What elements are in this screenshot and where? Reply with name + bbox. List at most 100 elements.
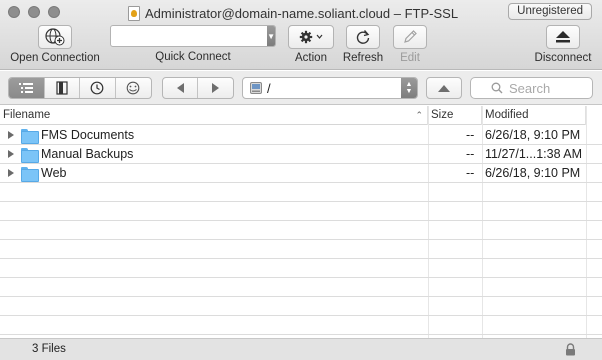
- open-connection-label: Open Connection: [10, 52, 100, 64]
- table-header: Filename ⌃ Size Modified: [0, 106, 602, 125]
- file-modified: 11/27/1...1:38 AM: [485, 147, 583, 161]
- parent-directory-button[interactable]: [426, 77, 462, 99]
- search-field[interactable]: Search: [470, 77, 593, 99]
- chevron-up-icon: ▲: [405, 81, 413, 88]
- file-count: 3 Files: [32, 343, 66, 355]
- window-title: Administrator@domain-name.soliant.cloud …: [128, 4, 458, 22]
- unregistered-button[interactable]: Unregistered: [508, 3, 592, 20]
- folder-icon: [21, 167, 39, 182]
- open-connection-button[interactable]: [38, 25, 72, 49]
- empty-row: [0, 297, 602, 316]
- file-size: --: [466, 166, 475, 180]
- search-placeholder: Search: [509, 80, 551, 96]
- triangle-left-icon: [176, 83, 184, 93]
- sort-ascending-icon: ⌃: [415, 110, 423, 120]
- chevron-down-icon: ▼: [267, 31, 275, 41]
- chevron-down-icon: ▼: [405, 88, 413, 95]
- bonjour-icon: [126, 81, 140, 95]
- quick-connect-item: ▼ Quick Connect: [110, 25, 276, 63]
- window-title-text: Administrator@domain-name.soliant.cloud …: [145, 5, 459, 21]
- file-size: --: [466, 147, 475, 161]
- file-list: FMS Documents -- 6/26/18, 9:10 PM Manual…: [0, 126, 602, 338]
- column-header-size-label: Size: [431, 109, 454, 121]
- navigation-bar: / ▲ ▼ Search: [0, 71, 602, 105]
- column-header-size[interactable]: Size: [428, 106, 482, 125]
- column-header-modified[interactable]: Modified: [482, 106, 586, 125]
- empty-row: [0, 221, 602, 240]
- table-row[interactable]: Web -- 6/26/18, 9:10 PM: [0, 164, 602, 183]
- empty-row: [0, 316, 602, 335]
- file-name: Manual Backups: [41, 147, 134, 161]
- folder-icon: [21, 129, 39, 144]
- window-controls: [8, 6, 60, 18]
- outline-list-icon: [19, 83, 34, 93]
- empty-row: [0, 259, 602, 278]
- triangle-up-icon: [438, 84, 450, 92]
- pencil-icon: [404, 30, 417, 43]
- drive-icon: [250, 82, 262, 94]
- action-button[interactable]: [288, 25, 334, 49]
- history-view-button[interactable]: [80, 78, 116, 98]
- refresh-button[interactable]: [346, 25, 380, 49]
- parent-directory-inner: [427, 78, 461, 98]
- document-icon: [128, 5, 140, 21]
- search-icon: [491, 82, 503, 94]
- ftp-window: Administrator@domain-name.soliant.cloud …: [0, 0, 602, 360]
- view-switcher: [8, 77, 152, 99]
- disclosure-triangle-icon[interactable]: [8, 169, 14, 177]
- bonjour-view-button[interactable]: [116, 78, 151, 98]
- triangle-right-icon: [212, 83, 219, 93]
- file-modified: 6/26/18, 9:10 PM: [485, 166, 581, 180]
- disconnect-button[interactable]: [546, 25, 580, 49]
- history-navigation: [162, 77, 234, 99]
- folder-icon: [21, 148, 39, 163]
- edit-button[interactable]: [393, 25, 427, 49]
- column-header-filename-label: Filename: [3, 109, 51, 121]
- path-dropdown-button[interactable]: ▲ ▼: [401, 78, 417, 98]
- forward-button[interactable]: [198, 78, 233, 98]
- close-window-button[interactable]: [8, 6, 20, 18]
- empty-row: [0, 183, 602, 202]
- back-button[interactable]: [163, 78, 199, 98]
- browser-view-button[interactable]: [9, 78, 45, 98]
- open-connection-item[interactable]: Open Connection: [8, 25, 102, 64]
- quick-connect-label: Quick Connect: [155, 51, 231, 63]
- file-modified: 6/26/18, 9:10 PM: [485, 128, 581, 142]
- disconnect-item[interactable]: Disconnect: [530, 25, 596, 64]
- file-name: FMS Documents: [41, 128, 135, 142]
- lock-icon: [566, 343, 575, 356]
- file-size: --: [466, 128, 475, 142]
- refresh-item[interactable]: Refresh: [342, 25, 384, 64]
- empty-row: [0, 278, 602, 297]
- globe-plus-icon: [45, 28, 65, 46]
- current-path: /: [267, 80, 271, 96]
- status-bar: 3 Files: [0, 338, 602, 360]
- gear-icon: [299, 30, 323, 44]
- zoom-window-button[interactable]: [48, 6, 60, 18]
- refresh-icon: [356, 30, 370, 44]
- bookmark-book-icon: [56, 81, 68, 95]
- action-label: Action: [295, 52, 327, 64]
- action-item[interactable]: Action: [288, 25, 334, 64]
- clock-icon: [90, 81, 104, 95]
- path-selector[interactable]: / ▲ ▼: [242, 77, 418, 99]
- quick-connect-field[interactable]: ▼: [110, 25, 276, 47]
- edit-item[interactable]: Edit: [392, 25, 428, 64]
- eject-icon: [556, 31, 570, 43]
- file-name: Web: [41, 166, 67, 180]
- minimize-window-button[interactable]: [28, 6, 40, 18]
- refresh-label: Refresh: [342, 52, 384, 64]
- disclosure-triangle-icon[interactable]: [8, 150, 14, 158]
- empty-row: [0, 202, 602, 221]
- bookmarks-view-button[interactable]: [45, 78, 80, 98]
- edit-label: Edit: [400, 52, 420, 64]
- table-row[interactable]: Manual Backups -- 11/27/1...1:38 AM: [0, 145, 602, 164]
- empty-row: [0, 240, 602, 259]
- table-row[interactable]: FMS Documents -- 6/26/18, 9:10 PM: [0, 126, 602, 145]
- quick-connect-input[interactable]: [111, 26, 268, 46]
- disconnect-label: Disconnect: [534, 52, 592, 64]
- titlebar: Administrator@domain-name.soliant.cloud …: [0, 0, 602, 70]
- quick-connect-dropdown[interactable]: ▼: [267, 26, 275, 46]
- disclosure-triangle-icon[interactable]: [8, 131, 14, 139]
- column-header-filename[interactable]: Filename ⌃: [0, 106, 428, 125]
